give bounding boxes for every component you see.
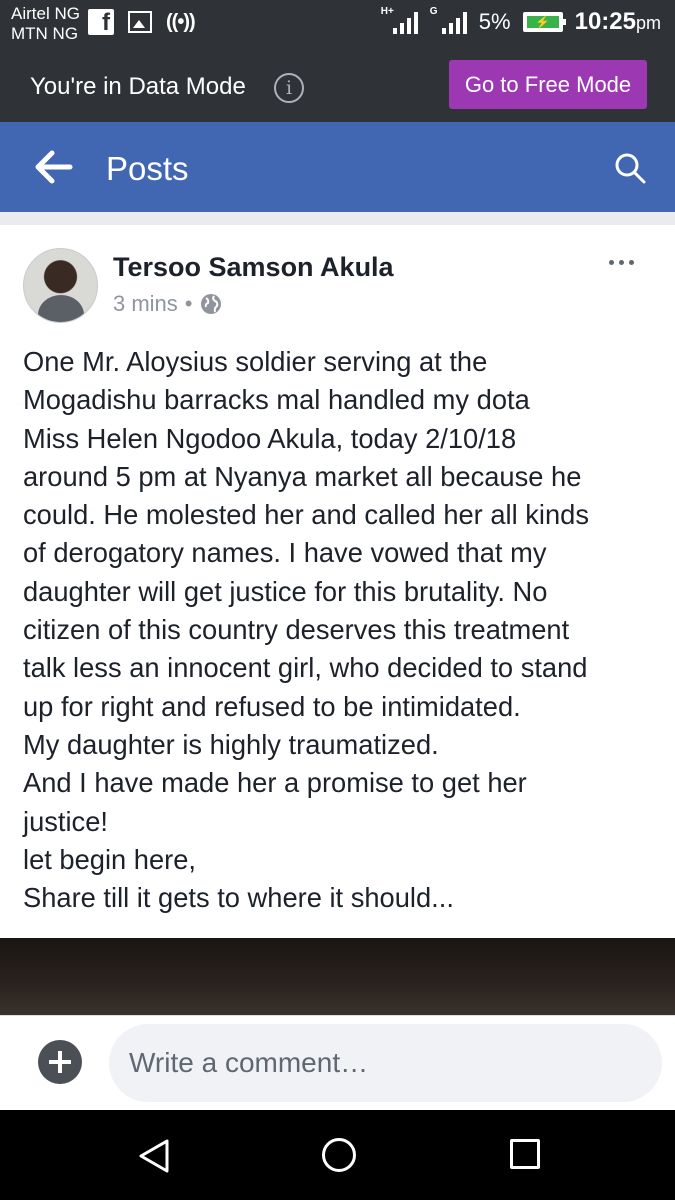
back-arrow-icon[interactable] bbox=[34, 150, 74, 184]
hotspot-icon: ((•)) bbox=[166, 10, 196, 33]
carrier-names: Airtel NG MTN NG bbox=[11, 4, 80, 44]
post-line: let begin here, bbox=[23, 843, 197, 875]
comment-bar bbox=[0, 1015, 675, 1110]
data-mode-bar: You're in Data Mode i Go to Free Mode bbox=[0, 50, 675, 122]
post-line: And I have made her a promise to get her bbox=[23, 767, 527, 799]
app-header: Posts bbox=[0, 122, 675, 212]
info-icon[interactable]: i bbox=[274, 73, 304, 103]
post-line: citizen of this country deserves this tr… bbox=[23, 614, 570, 646]
facebook-icon: f bbox=[88, 9, 114, 36]
post-time[interactable]: 3 mins bbox=[113, 291, 178, 317]
home-circle-icon[interactable] bbox=[322, 1138, 356, 1172]
signal-1-tag: H+ bbox=[380, 6, 394, 17]
image-icon bbox=[128, 11, 152, 33]
status-bar: Airtel NG MTN NG f ((•)) H+ G 5% ⚡ 10:25… bbox=[0, 0, 675, 50]
carrier-2: MTN NG bbox=[11, 24, 79, 43]
post-line: daughter will get justice for this bruta… bbox=[23, 575, 548, 607]
status-indicators: H+ G 5% ⚡ 10:25pm bbox=[381, 6, 661, 36]
signal-2-tag: G bbox=[429, 6, 438, 17]
go-to-free-mode-button[interactable]: Go to Free Mode bbox=[449, 60, 647, 109]
more-icon[interactable] bbox=[609, 260, 634, 265]
post-line: My daughter is highly traumatized. bbox=[23, 728, 439, 760]
post-line: could. He molested her and called her al… bbox=[23, 499, 589, 531]
meta-separator: • bbox=[184, 291, 193, 316]
post-text: One Mr. Aloysius soldier serving at the … bbox=[23, 343, 653, 917]
post-meta: 3 mins • bbox=[113, 291, 222, 317]
comment-input[interactable] bbox=[109, 1024, 662, 1102]
post-image[interactable] bbox=[0, 938, 675, 1015]
recents-square-icon[interactable] bbox=[510, 1139, 540, 1169]
post-line: up for right and refused to be intimidat… bbox=[23, 690, 521, 722]
carrier-1: Airtel NG bbox=[11, 4, 80, 23]
data-mode-message: You're in Data Mode bbox=[30, 73, 246, 100]
navigation-bar bbox=[0, 1110, 675, 1200]
post-line: One Mr. Aloysius soldier serving at the bbox=[23, 346, 488, 377]
post-line: justice! bbox=[23, 805, 108, 837]
page-title: Posts bbox=[106, 150, 189, 187]
battery-icon: ⚡ bbox=[522, 12, 566, 32]
search-icon[interactable] bbox=[614, 152, 646, 184]
clock-time: 10:25 bbox=[574, 8, 636, 35]
clock: 10:25pm bbox=[575, 8, 661, 36]
post-line: of derogatory names. I have vowed that m… bbox=[23, 537, 547, 569]
add-icon[interactable] bbox=[38, 1040, 82, 1084]
back-triangle-icon[interactable] bbox=[137, 1138, 171, 1174]
post-line: around 5 pm at Nyanya market all because… bbox=[23, 460, 582, 492]
post-line: talk less an innocent girl, who decided … bbox=[23, 652, 588, 684]
clock-suffix: pm bbox=[635, 13, 661, 33]
signal-icon: H+ bbox=[381, 6, 418, 34]
post-line: Share till it gets to where it should... bbox=[23, 882, 454, 914]
notification-icons: f ((•)) bbox=[88, 9, 196, 36]
post-line: Mogadishu barracks mal handled my dota bbox=[23, 384, 530, 416]
globe-icon bbox=[200, 294, 221, 314]
post-line: Miss Helen Ngodoo Akula, today 2/10/18 bbox=[23, 422, 517, 454]
post-card: Tersoo Samson Akula 3 mins • One Mr. Alo… bbox=[0, 225, 675, 1015]
battery-percent: 5% bbox=[478, 9, 511, 34]
post-author[interactable]: Tersoo Samson Akula bbox=[113, 252, 394, 283]
avatar[interactable] bbox=[23, 248, 98, 323]
signal-icon: G bbox=[430, 6, 467, 34]
